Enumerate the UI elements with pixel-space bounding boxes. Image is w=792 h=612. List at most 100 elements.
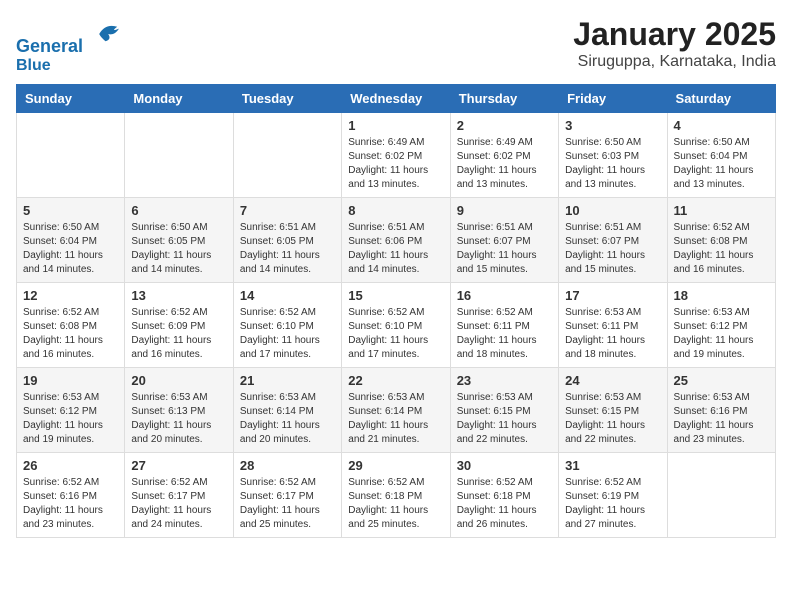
calendar-cell: 24 Sunrise: 6:53 AMSunset: 6:15 PMDayligh… bbox=[559, 368, 667, 453]
calendar-week-3: 12Sunrise: 6:52 AMSunset: 6:08 PMDayligh… bbox=[17, 283, 776, 368]
calendar-cell: 13Sunrise: 6:52 AMSunset: 6:09 PMDayligh… bbox=[125, 283, 233, 368]
col-friday: Friday bbox=[559, 85, 667, 113]
day-info: Sunrise: 6:53 AMSunset: 6:12 PMDaylight:… bbox=[23, 391, 118, 447]
day-number: 11 bbox=[674, 203, 769, 218]
calendar-cell bbox=[125, 113, 233, 198]
day-number: 4 bbox=[674, 118, 769, 133]
day-info: Sunrise: 6:53 AMSunset: 6:14 PMDaylight:… bbox=[240, 391, 335, 447]
calendar-cell: 4Sunrise: 6:50 AMSunset: 6:04 PMDaylight… bbox=[667, 113, 775, 198]
page-header: General Blue January 2025 Siruguppa, Kar… bbox=[16, 16, 776, 74]
calendar-cell: 14 Sunrise: 6:52 AMSunset: 6:10 PMDayligh… bbox=[233, 283, 341, 368]
day-number: 28 bbox=[240, 458, 335, 473]
calendar-cell: 26 Sunrise: 6:52 AMSunset: 6:16 PMDayligh… bbox=[17, 453, 125, 538]
day-number: 29 bbox=[348, 458, 443, 473]
calendar-week-4: 19 Sunrise: 6:53 AMSunset: 6:12 PMDayligh… bbox=[17, 368, 776, 453]
calendar-cell bbox=[17, 113, 125, 198]
calendar-cell: 25 Sunrise: 6:53 AMSunset: 6:16 PMDayligh… bbox=[667, 368, 775, 453]
calendar-header-row: Sunday Monday Tuesday Wednesday Thursday… bbox=[17, 85, 776, 113]
day-number: 12 bbox=[23, 288, 118, 303]
day-info: Sunrise: 6:50 AMSunset: 6:03 PMDaylight:… bbox=[565, 136, 660, 192]
calendar-cell bbox=[233, 113, 341, 198]
day-number: 7 bbox=[240, 203, 335, 218]
day-number: 18 bbox=[674, 288, 769, 303]
calendar-cell: 19 Sunrise: 6:53 AMSunset: 6:12 PMDayligh… bbox=[17, 368, 125, 453]
day-number: 15 bbox=[348, 288, 443, 303]
day-info: Sunrise: 6:51 AMSunset: 6:05 PMDaylight:… bbox=[240, 221, 335, 277]
day-info: Sunrise: 6:53 AMSunset: 6:15 PMDaylight:… bbox=[565, 391, 660, 447]
title-block: January 2025 Siruguppa, Karnataka, India bbox=[573, 16, 776, 71]
day-number: 8 bbox=[348, 203, 443, 218]
day-info: Sunrise: 6:53 AMSunset: 6:16 PMDaylight:… bbox=[674, 391, 769, 447]
calendar-week-5: 26 Sunrise: 6:52 AMSunset: 6:16 PMDayligh… bbox=[17, 453, 776, 538]
day-info: Sunrise: 6:53 AMSunset: 6:15 PMDaylight:… bbox=[457, 391, 552, 447]
day-number: 16 bbox=[457, 288, 552, 303]
calendar-cell: 29 Sunrise: 6:52 AMSunset: 6:18 PMDayligh… bbox=[342, 453, 450, 538]
calendar-title: January 2025 bbox=[573, 16, 776, 53]
day-info: Sunrise: 6:52 AMSunset: 6:10 PMDaylight:… bbox=[240, 306, 335, 362]
day-info: Sunrise: 6:53 AMSunset: 6:13 PMDaylight:… bbox=[131, 391, 226, 447]
calendar-cell: 28 Sunrise: 6:52 AMSunset: 6:17 PMDayligh… bbox=[233, 453, 341, 538]
day-info: Sunrise: 6:52 AMSunset: 6:18 PMDaylight:… bbox=[457, 476, 552, 532]
calendar-cell: 1 Sunrise: 6:49 AMSunset: 6:02 PMDaylight… bbox=[342, 113, 450, 198]
day-number: 21 bbox=[240, 373, 335, 388]
calendar-cell: 22 Sunrise: 6:53 AMSunset: 6:14 PMDayligh… bbox=[342, 368, 450, 453]
calendar-cell: 27 Sunrise: 6:52 AMSunset: 6:17 PMDayligh… bbox=[125, 453, 233, 538]
calendar-cell: 31 Sunrise: 6:52 AMSunset: 6:19 PMDayligh… bbox=[559, 453, 667, 538]
calendar-cell: 11 Sunrise: 6:52 AMSunset: 6:08 PMDayligh… bbox=[667, 198, 775, 283]
day-info: Sunrise: 6:51 AMSunset: 6:06 PMDaylight:… bbox=[348, 221, 443, 277]
day-info: Sunrise: 6:52 AMSunset: 6:16 PMDaylight:… bbox=[23, 476, 118, 532]
day-info: Sunrise: 6:53 AMSunset: 6:14 PMDaylight:… bbox=[348, 391, 443, 447]
calendar-cell: 30 Sunrise: 6:52 AMSunset: 6:18 PMDayligh… bbox=[450, 453, 558, 538]
day-info: Sunrise: 6:49 AMSunset: 6:02 PMDaylight:… bbox=[348, 136, 443, 192]
col-tuesday: Tuesday bbox=[233, 85, 341, 113]
day-info: Sunrise: 6:52 AMSunset: 6:19 PMDaylight:… bbox=[565, 476, 660, 532]
logo: General Blue bbox=[16, 16, 128, 74]
calendar-cell: 15Sunrise: 6:52 AMSunset: 6:10 PMDayligh… bbox=[342, 283, 450, 368]
day-info: Sunrise: 6:53 AMSunset: 6:12 PMDaylight:… bbox=[674, 306, 769, 362]
calendar-cell: 9 Sunrise: 6:51 AMSunset: 6:07 PMDaylight… bbox=[450, 198, 558, 283]
day-info: Sunrise: 6:51 AMSunset: 6:07 PMDaylight:… bbox=[457, 221, 552, 277]
day-number: 9 bbox=[457, 203, 552, 218]
day-info: Sunrise: 6:52 AMSunset: 6:18 PMDaylight:… bbox=[348, 476, 443, 532]
day-number: 3 bbox=[565, 118, 660, 133]
calendar-cell: 2Sunrise: 6:49 AMSunset: 6:02 PMDaylight… bbox=[450, 113, 558, 198]
day-info: Sunrise: 6:49 AMSunset: 6:02 PMDaylight:… bbox=[457, 136, 552, 192]
day-number: 26 bbox=[23, 458, 118, 473]
day-number: 31 bbox=[565, 458, 660, 473]
calendar-cell: 17 Sunrise: 6:53 AMSunset: 6:11 PMDayligh… bbox=[559, 283, 667, 368]
logo-blue: Blue bbox=[16, 57, 128, 75]
logo-general: General bbox=[16, 36, 83, 56]
day-number: 17 bbox=[565, 288, 660, 303]
calendar-cell: 7 Sunrise: 6:51 AMSunset: 6:05 PMDaylight… bbox=[233, 198, 341, 283]
day-number: 19 bbox=[23, 373, 118, 388]
day-info: Sunrise: 6:52 AMSunset: 6:09 PMDaylight:… bbox=[131, 306, 226, 362]
col-sunday: Sunday bbox=[17, 85, 125, 113]
day-number: 22 bbox=[348, 373, 443, 388]
calendar-cell bbox=[667, 453, 775, 538]
calendar-cell: 18 Sunrise: 6:53 AMSunset: 6:12 PMDayligh… bbox=[667, 283, 775, 368]
day-number: 10 bbox=[565, 203, 660, 218]
col-saturday: Saturday bbox=[667, 85, 775, 113]
calendar-cell: 12Sunrise: 6:52 AMSunset: 6:08 PMDayligh… bbox=[17, 283, 125, 368]
day-number: 6 bbox=[131, 203, 226, 218]
day-info: Sunrise: 6:50 AMSunset: 6:05 PMDaylight:… bbox=[131, 221, 226, 277]
calendar-cell: 5Sunrise: 6:50 AMSunset: 6:04 PMDaylight… bbox=[17, 198, 125, 283]
day-info: Sunrise: 6:52 AMSunset: 6:17 PMDaylight:… bbox=[131, 476, 226, 532]
day-info: Sunrise: 6:51 AMSunset: 6:07 PMDaylight:… bbox=[565, 221, 660, 277]
logo-bird-icon bbox=[92, 16, 128, 52]
day-number: 1 bbox=[348, 118, 443, 133]
calendar-week-2: 5Sunrise: 6:50 AMSunset: 6:04 PMDaylight… bbox=[17, 198, 776, 283]
day-info: Sunrise: 6:52 AMSunset: 6:08 PMDaylight:… bbox=[674, 221, 769, 277]
day-number: 24 bbox=[565, 373, 660, 388]
calendar-week-1: 1 Sunrise: 6:49 AMSunset: 6:02 PMDaylight… bbox=[17, 113, 776, 198]
day-number: 30 bbox=[457, 458, 552, 473]
col-wednesday: Wednesday bbox=[342, 85, 450, 113]
day-number: 14 bbox=[240, 288, 335, 303]
day-info: Sunrise: 6:53 AMSunset: 6:11 PMDaylight:… bbox=[565, 306, 660, 362]
calendar-cell: 16Sunrise: 6:52 AMSunset: 6:11 PMDayligh… bbox=[450, 283, 558, 368]
day-number: 25 bbox=[674, 373, 769, 388]
day-info: Sunrise: 6:52 AMSunset: 6:17 PMDaylight:… bbox=[240, 476, 335, 532]
day-number: 5 bbox=[23, 203, 118, 218]
calendar-cell: 3 Sunrise: 6:50 AMSunset: 6:03 PMDaylight… bbox=[559, 113, 667, 198]
day-number: 27 bbox=[131, 458, 226, 473]
